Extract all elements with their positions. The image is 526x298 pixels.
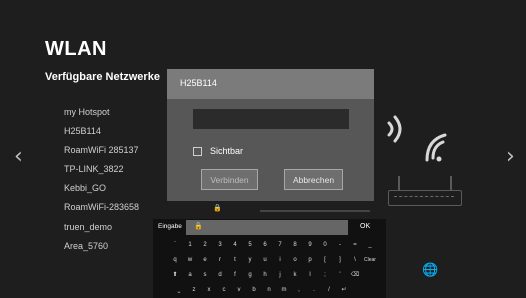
keyboard-key[interactable]: ⎵ [172, 284, 186, 297]
dialog-header: H25B114 [167, 69, 374, 99]
keyboard-key[interactable]: f [228, 269, 242, 282]
wifi-signal-icon [387, 115, 447, 162]
keyboard-key[interactable]: n [262, 284, 276, 297]
network-item[interactable]: RoamWiFi 285137 [64, 141, 139, 160]
keyboard-key[interactable]: q [168, 254, 182, 267]
keyboard-key[interactable]: [ [318, 254, 332, 267]
keyboard-key[interactable]: m [277, 284, 291, 297]
keyboard-key[interactable]: ` [168, 239, 182, 252]
keyboard-key[interactable]: j [273, 269, 287, 282]
keyboard-key[interactable]: = [348, 239, 362, 252]
keyboard-input-bar: Eingabe 🔒 OK [153, 219, 386, 236]
keyboard-row: ` 1 2 3 4 5 6 7 8 9 0- = _ [153, 239, 386, 252]
keyboard-key[interactable]: x [202, 284, 216, 297]
keyboard-key[interactable]: 0 [318, 239, 332, 252]
keyboard-key[interactable]: y [243, 254, 257, 267]
keyboard-key[interactable]: \ [348, 254, 362, 267]
keyboard-key[interactable]: z [187, 284, 201, 297]
keyboard-key[interactable]: d [213, 269, 227, 282]
globe-icon[interactable]: 🌐 [422, 263, 438, 278]
keyboard-key[interactable]: o [288, 254, 302, 267]
available-networks-heading: Verfügbare Netzwerke [45, 71, 160, 83]
password-dialog: H25B114 Sichtbar Verbinden Abbrechen [167, 69, 374, 201]
network-item[interactable]: truen_demo [64, 218, 139, 237]
keyboard-key[interactable]: 9 [303, 239, 317, 252]
keyboard-key[interactable]: p [303, 254, 317, 267]
keyboard-key[interactable]: l [303, 269, 317, 282]
keyboard-key[interactable]: . [307, 284, 321, 297]
keyboard-key[interactable]: g [243, 269, 257, 282]
keyboard-row: ⬆ a s d f g h j k l; ' ⌫ [153, 269, 386, 282]
wlan-settings-screen: WLAN Verfügbare Netzwerke my Hotspot H25… [0, 0, 526, 298]
keyboard-key[interactable]: Clear [363, 254, 377, 267]
keyboard-row: ⎵ z x c v b n m,. / ↵ [153, 284, 386, 297]
keyboard-key[interactable]: 2 [198, 239, 212, 252]
show-password-checkbox[interactable] [193, 147, 202, 156]
connect-button[interactable]: Verbinden [201, 169, 258, 190]
background-divider [260, 210, 370, 212]
network-item[interactable]: my Hotspot [64, 103, 139, 122]
keyboard-input-label: Eingabe [158, 223, 182, 230]
keyboard-ok-button[interactable]: OK [360, 223, 370, 230]
dialog-title: H25B114 [180, 78, 217, 88]
network-item[interactable]: Kebbi_GO [64, 179, 139, 198]
keyboard-key[interactable]: a [183, 269, 197, 282]
show-password-label: Sichtbar [210, 146, 244, 156]
keyboard-key[interactable]: t [228, 254, 242, 267]
keyboard-key[interactable]: ] [333, 254, 347, 267]
network-item[interactable]: Area_5760 [64, 237, 139, 256]
keyboard-key[interactable]: 8 [288, 239, 302, 252]
keyboard-key[interactable]: u [258, 254, 272, 267]
keyboard-key[interactable]: ⬆ [168, 269, 182, 282]
keyboard-key[interactable]: r [213, 254, 227, 267]
keyboard-key[interactable]: 3 [213, 239, 227, 252]
keyboard-key[interactable]: ; [318, 269, 332, 282]
keyboard-key[interactable]: 5 [243, 239, 257, 252]
on-screen-keyboard: Eingabe 🔒 OK ` 1 2 3 4 5 6 7 8 9 0- = _ q w e r t y u i o p[]… [153, 219, 386, 298]
keyboard-row: q w e r t y u i o p[] \ Clear [153, 254, 386, 267]
next-page-arrow-icon[interactable]: › [506, 144, 515, 169]
keyboard-key[interactable]: ⌫ [348, 269, 362, 282]
router-icon [388, 176, 462, 220]
network-item[interactable]: TP-LINK_3822 [64, 160, 139, 179]
keyboard-key[interactable]: b [247, 284, 261, 297]
lock-icon: 🔒 [194, 223, 203, 230]
keyboard-key[interactable]: 4 [228, 239, 242, 252]
keyboard-key[interactable]: 1 [183, 239, 197, 252]
keyboard-key[interactable]: w [183, 254, 197, 267]
keyboard-key[interactable]: k [288, 269, 302, 282]
keyboard-key[interactable]: e [198, 254, 212, 267]
network-item[interactable]: RoamWiFi-283658 [64, 198, 139, 217]
keyboard-key[interactable]: c [217, 284, 231, 297]
page-title: WLAN [45, 38, 107, 60]
lock-icon: 🔒 [213, 205, 222, 212]
keyboard-key[interactable]: / [322, 284, 336, 297]
keyboard-key[interactable]: ↵ [337, 284, 351, 297]
keyboard-key[interactable]: i [273, 254, 287, 267]
keyboard-key[interactable]: , [292, 284, 306, 297]
keyboard-key[interactable]: h [258, 269, 272, 282]
keyboard-key[interactable]: 6 [258, 239, 272, 252]
password-field[interactable] [193, 109, 349, 129]
network-item[interactable]: H25B114 [64, 122, 139, 141]
cancel-button[interactable]: Abbrechen [284, 169, 343, 190]
previous-page-arrow-icon[interactable]: ‹ [14, 144, 23, 169]
network-list: my Hotspot H25B114 RoamWiFi 285137 TP-LI… [64, 103, 139, 256]
keyboard-input-field[interactable]: 🔒 [186, 220, 348, 235]
keyboard-key[interactable]: s [198, 269, 212, 282]
keyboard-key[interactable]: v [232, 284, 246, 297]
keyboard-key[interactable]: 7 [273, 239, 287, 252]
keyboard-key[interactable]: - [333, 239, 347, 252]
keyboard-key[interactable]: _ [363, 239, 377, 252]
keyboard-key[interactable]: ' [333, 269, 347, 282]
